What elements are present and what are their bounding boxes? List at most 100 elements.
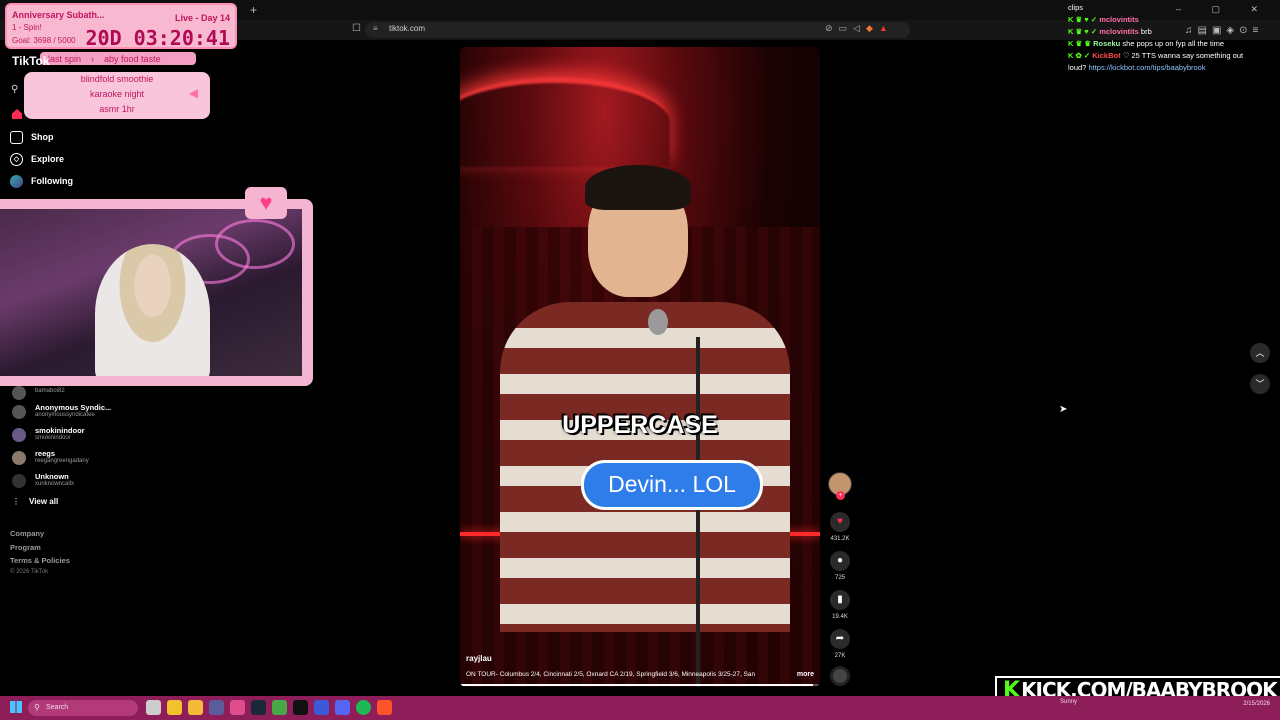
copyright: © 2026 TikTok	[10, 569, 49, 575]
windows-taskbar: ⚲ Search Sunny 2/15/2026	[0, 696, 1280, 720]
chat-message: K ✿ ✓ KickBot ♡ 25 TTS wanna say somethi…	[1068, 50, 1274, 62]
footer-program-link[interactable]: Program	[10, 543, 41, 552]
subathon-day: Live - Day 14	[174, 13, 230, 23]
notes-icon[interactable]	[167, 700, 182, 715]
xbox-icon[interactable]	[272, 700, 287, 715]
video-progress-bar[interactable]	[460, 684, 820, 686]
chat-message: K ♛ ♥ ✓ mclovintits brb	[1068, 26, 1274, 38]
badges-icon: K ♛ ♛	[1068, 39, 1094, 48]
wheel-option: asmr 1hr	[99, 104, 135, 114]
chat-text: ♡ 25 TTS wanna say something out	[1122, 51, 1244, 60]
save-count: 19.4K	[832, 614, 848, 620]
video-caption: UPPERCASE	[562, 411, 718, 439]
mouse-cursor-icon: ➤	[1059, 404, 1068, 415]
webcam-feed	[0, 209, 302, 376]
account-name: Unknown	[35, 472, 69, 481]
chat-message: K ♛ ♥ ✓ mclovintits	[1068, 14, 1274, 26]
stream-chat: clips K ♛ ♥ ✓ mclovintits K ♛ ♥ ✓ mclovi…	[1068, 2, 1274, 74]
app-icon[interactable]	[209, 700, 224, 715]
sidebar-item-label: Following	[31, 176, 73, 186]
brave-icon[interactable]	[377, 700, 392, 715]
microphone-icon	[648, 309, 668, 335]
bookmark-icon[interactable]: ☐	[352, 23, 361, 34]
neon-sign	[460, 77, 670, 167]
account-name: Anonymous Syndic...	[35, 403, 112, 412]
webcam-frame	[0, 199, 313, 386]
sidebar-item-shop[interactable]: Shop	[10, 129, 54, 145]
spotify-icon[interactable]	[356, 700, 371, 715]
tiktok-logo[interactable]: TikTok	[12, 54, 50, 68]
footer-company-link[interactable]: Company	[10, 529, 44, 538]
chat-text: brb	[1140, 27, 1152, 36]
comment-count: 725	[834, 575, 845, 581]
heart-icon: ♥	[245, 187, 287, 219]
task-view-icon[interactable]	[146, 700, 161, 715]
more-button[interactable]: more	[797, 671, 814, 678]
previous-video-button[interactable]: ︿	[1250, 343, 1270, 363]
last-spin-label: last spin	[48, 53, 82, 64]
app-icon[interactable]	[230, 700, 245, 715]
site-info-icon[interactable]: ≡	[373, 24, 378, 33]
comment-button[interactable]: ● 725	[828, 551, 852, 581]
account-name: smokinindoor	[35, 426, 85, 435]
subathon-timer-overlay: Anniversary Subath... Live - Day 14 1 - …	[5, 3, 237, 50]
taskbar-search[interactable]: ⚲ Search	[28, 700, 138, 716]
comedian-hair	[585, 165, 691, 210]
shop-icon	[10, 130, 23, 144]
file-explorer-icon[interactable]	[188, 700, 203, 715]
next-video-button[interactable]: ﹀	[1250, 374, 1270, 394]
view-all-link[interactable]: ⋮ View all	[12, 497, 58, 506]
avatar	[12, 451, 26, 465]
new-tab-button[interactable]: +	[250, 3, 257, 17]
heart-icon: ♥	[830, 512, 850, 532]
like-button[interactable]: ♥ 431.2K	[828, 512, 852, 542]
chat-username: mclovintits	[1099, 15, 1139, 24]
comment-icon: ●	[830, 551, 850, 571]
subathon-countdown: 20D 03:20:41	[85, 26, 231, 50]
bookmark-icon: ▮	[830, 590, 850, 610]
search-icon[interactable]: ⚲	[11, 84, 18, 95]
sidebar-item-following[interactable]: Following	[10, 173, 73, 189]
steam-icon[interactable]	[251, 700, 266, 715]
footer-terms-link[interactable]: Terms & Policies	[10, 556, 70, 565]
like-count: 431.2K	[830, 536, 850, 542]
sidebar-item-label: Shop	[31, 132, 54, 142]
chevron-right-icon: ›	[91, 53, 95, 64]
video-description: ON TOUR- Columbus 2/4, Cincinnati 2/5, O…	[466, 671, 756, 678]
share-icon: ➦	[830, 629, 850, 649]
weather-widget[interactable]: Sunny	[1060, 699, 1077, 705]
video-progress-fill	[460, 684, 813, 686]
video-player[interactable]: UPPERCASE Devin... LOL rayjlau ON TOUR- …	[460, 47, 820, 687]
chat-link[interactable]: https://kickbot.com/tips/baabybrook	[1088, 63, 1205, 72]
save-button[interactable]: ▮ 19.4K	[828, 590, 852, 620]
following-icon	[10, 174, 23, 188]
system-clock[interactable]: 2/15/2026	[1243, 700, 1270, 708]
share-button[interactable]: ➦ 27K	[828, 629, 852, 659]
follow-plus-icon[interactable]: +	[836, 491, 845, 500]
home-icon[interactable]	[12, 109, 22, 119]
more-icon: ⋮	[12, 497, 20, 506]
badges-icon: K ♛ ♥ ✓	[1068, 27, 1100, 36]
wheel-pointer-icon: ◀	[188, 86, 198, 100]
address-bar-actions[interactable]: ⊘▭◁◆▲	[825, 23, 894, 34]
chat-header: clips	[1068, 3, 1084, 12]
avatar	[12, 405, 26, 419]
badges-icon: K ✿ ✓	[1068, 51, 1093, 60]
search-icon: ⚲	[34, 703, 40, 712]
sidebar-item-explore[interactable]: ◇ Explore	[10, 151, 64, 167]
windows-start-icon[interactable]	[10, 701, 22, 713]
taskbar-apps	[146, 700, 392, 715]
avatar	[12, 474, 26, 488]
chat-message: K ♛ ♛ Roseku she pops up on fyp all the …	[1068, 38, 1274, 50]
address-text[interactable]: tiktok.com	[389, 24, 425, 33]
taskbar-search-placeholder: Search	[46, 704, 69, 711]
video-username[interactable]: rayjlau	[466, 654, 492, 663]
account-handle: bamaboi82	[35, 388, 65, 394]
app-icon[interactable]	[314, 700, 329, 715]
wheel-options: blindfold smoothie karaoke night asmr 1h…	[24, 72, 210, 119]
account-name: reegs	[35, 449, 56, 458]
music-disc-icon[interactable]	[830, 666, 850, 686]
tiktok-icon[interactable]	[293, 700, 308, 715]
account-handle: reegangreengadany	[35, 458, 89, 464]
discord-icon[interactable]	[335, 700, 350, 715]
